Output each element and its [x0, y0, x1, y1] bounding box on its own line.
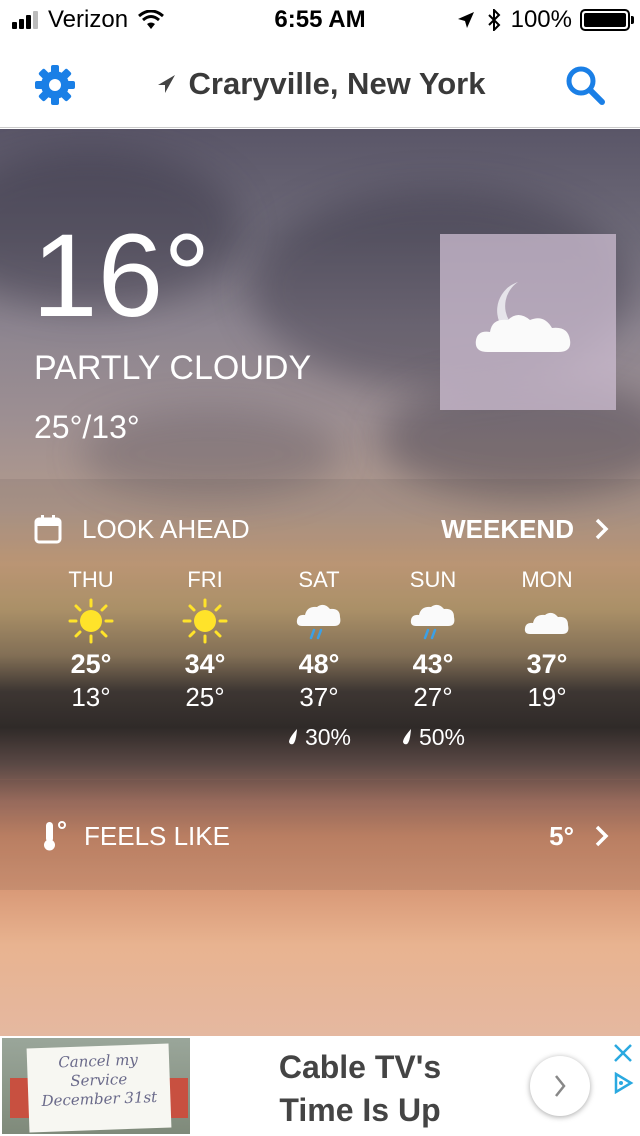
chevron-right-icon — [555, 1075, 566, 1097]
day-high: 43° — [412, 649, 454, 679]
sun-icon — [182, 598, 228, 644]
battery-icon — [580, 9, 634, 31]
navbar: Craryville, New York — [0, 40, 640, 128]
weekend-link[interactable]: WEEKEND — [441, 514, 610, 545]
ad-image: Cancel my Service December 31st — [2, 1038, 190, 1134]
day-precip — [34, 723, 148, 751]
location-title[interactable]: Craryville, New York — [0, 66, 640, 102]
status-right: 100% — [457, 6, 634, 34]
current-hi-lo: 25°/13° — [34, 409, 140, 445]
rain-cloud-icon — [410, 604, 455, 640]
forecast-day[interactable]: SUN 43° 27° 50% — [376, 567, 490, 751]
look-ahead-title: LOOK AHEAD — [82, 513, 250, 544]
close-icon[interactable] — [612, 1042, 634, 1064]
day-precip — [490, 723, 604, 751]
status-bar: Verizon 6:55 AM 100% — [0, 0, 640, 40]
day-high: 37° — [526, 649, 568, 679]
rain-cloud-icon — [296, 604, 341, 640]
day-high: 48° — [298, 649, 340, 679]
forecast-day[interactable]: THU 25° 13° — [34, 567, 148, 751]
day-precip — [148, 723, 262, 751]
location-services-icon — [457, 12, 474, 28]
feels-like-panel[interactable]: FEELS LIKE 5° — [0, 780, 640, 890]
day-name: FRI — [187, 567, 223, 592]
location-arrow-icon — [157, 75, 175, 93]
battery-percent: 100% — [510, 6, 572, 33]
calendar-icon — [34, 515, 62, 544]
precip-chance: 50% — [418, 723, 466, 750]
forecast-day[interactable]: FRI 34° 25° — [148, 567, 262, 751]
day-high: 25° — [70, 649, 112, 679]
day-precip: 30% — [262, 723, 376, 751]
weekend-label: WEEKEND — [441, 513, 574, 544]
chevron-right-icon — [595, 825, 609, 847]
thermometer-icon — [44, 821, 66, 851]
day-low: 37° — [299, 682, 339, 712]
partly-cloudy-night-icon — [475, 282, 571, 352]
ad-headline: Cable TV's Time Is Up — [200, 1046, 520, 1132]
ad-headline-line: Time Is Up — [279, 1092, 441, 1128]
cloud-icon — [524, 612, 569, 634]
feels-like-row: FEELS LIKE 5° — [42, 820, 610, 852]
ad-sign-line: December 31st — [41, 1087, 158, 1111]
day-name: THU — [68, 567, 114, 592]
current-condition: PARTLY CLOUDY — [34, 349, 312, 387]
look-ahead-panel: LOOK AHEAD WEEKEND THU 25° 13° FRI 34° 2… — [0, 479, 640, 779]
ad-sign: Cancel my Service December 31st — [26, 1043, 172, 1133]
ad-open-button[interactable] — [530, 1056, 590, 1116]
precip-chance: 30% — [304, 723, 352, 750]
day-name: SAT — [298, 567, 340, 592]
day-precip: 50% — [376, 723, 490, 751]
location-name: Craryville, New York — [188, 66, 486, 101]
ad-choices-icon[interactable] — [612, 1072, 634, 1094]
day-low: 25° — [185, 682, 225, 712]
ad-banner[interactable]: Cancel my Service December 31st Cable TV… — [0, 1036, 640, 1136]
day-name: MON — [521, 567, 573, 592]
day-high: 34° — [184, 649, 226, 679]
look-ahead-header: LOOK AHEAD WEEKEND — [34, 511, 610, 547]
feels-like-value-group: 5° — [549, 821, 610, 852]
forecast-day[interactable]: SAT 48° 37° 30% — [262, 567, 376, 751]
current-temperature: 16° — [32, 210, 211, 342]
chevron-right-icon — [595, 518, 609, 540]
sun-icon — [68, 598, 114, 644]
raindrop-icon — [402, 729, 411, 745]
day-low: 13° — [71, 682, 111, 712]
day-low: 27° — [413, 682, 453, 712]
day-low: 19° — [527, 682, 567, 712]
raindrop-icon — [288, 729, 297, 745]
search-icon[interactable] — [564, 64, 606, 106]
forecast-day[interactable]: MON 37° 19° — [490, 567, 604, 751]
bluetooth-icon — [487, 9, 501, 31]
current-conditions[interactable]: 16° PARTLY CLOUDY 25°/13° — [0, 129, 640, 479]
daily-forecast: THU 25° 13° FRI 34° 25° SAT 48° 37° 30% … — [34, 567, 604, 751]
feels-like-value: 5° — [549, 820, 574, 851]
feels-like-label: FEELS LIKE — [84, 820, 230, 851]
day-name: SUN — [409, 567, 457, 592]
ad-headline-line: Cable TV's — [278, 1049, 442, 1085]
condition-icon-box — [440, 234, 616, 410]
